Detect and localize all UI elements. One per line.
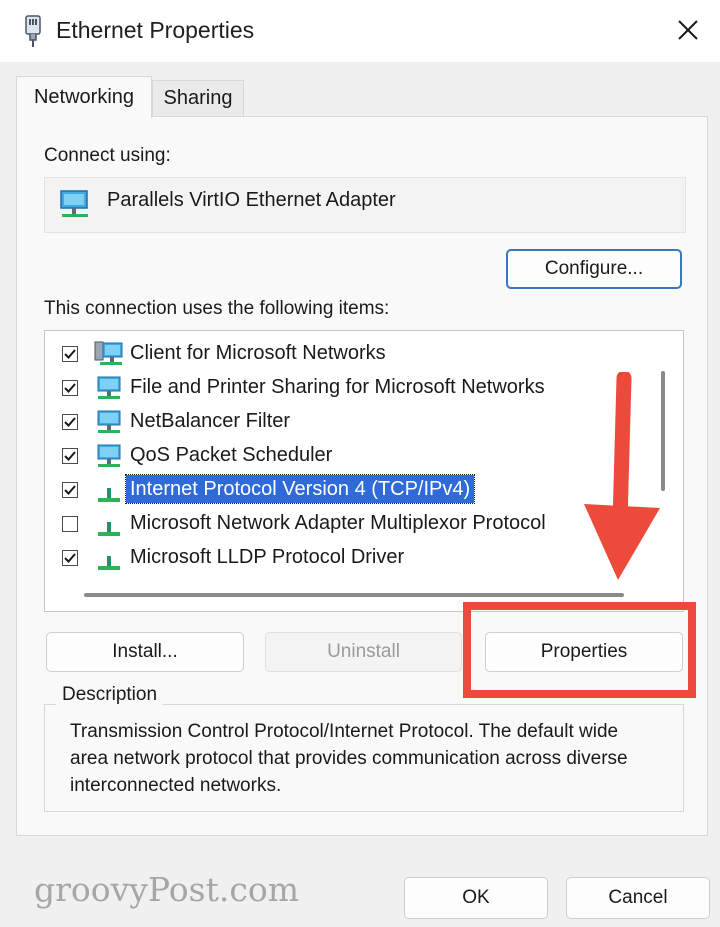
item-label: Client for Microsoft Networks [130,342,386,364]
item-label: Internet Protocol Version 4 (TCP/IPv4) [124,474,476,504]
tab-sharing[interactable]: Sharing [152,80,244,116]
connect-using-label: Connect using: [44,145,171,166]
item-label: QoS Packet Scheduler [130,444,333,466]
checkbox[interactable] [62,482,78,498]
list-item[interactable]: NetBalancer Filter [58,406,618,438]
checkbox[interactable] [62,516,78,532]
ethernet-icon [25,15,41,47]
protocol-icon [98,488,120,502]
list-item[interactable]: File and Printer Sharing for Microsoft N… [58,372,618,404]
item-label: Microsoft Network Adapter Multiplexor Pr… [130,512,546,534]
adapter-name: Parallels VirtIO Ethernet Adapter [107,189,396,211]
list-item[interactable]: QoS Packet Scheduler [58,440,618,472]
horizontal-scrollbar[interactable] [84,593,624,597]
checkbox[interactable] [62,414,78,430]
list-item-selected[interactable]: Internet Protocol Version 4 (TCP/IPv4) [58,474,618,506]
list-item[interactable]: Microsoft Network Adapter Multiplexor Pr… [58,508,618,540]
uninstall-button[interactable]: Uninstall [265,632,462,672]
description-text: Transmission Control Protocol/Internet P… [70,721,628,796]
cancel-button[interactable]: Cancel [566,877,710,919]
network-service-icon [97,376,121,399]
items-label: This connection uses the following items… [44,298,390,319]
checkbox[interactable] [62,448,78,464]
configure-button[interactable]: Configure... [506,249,682,289]
vertical-scrollbar[interactable] [661,371,665,491]
protocol-icon [98,556,120,570]
network-adapter-icon [60,190,88,217]
protocol-icon [98,522,120,536]
checkbox[interactable] [62,550,78,566]
checkbox[interactable] [62,380,78,396]
title-bar: Ethernet Properties [0,0,720,62]
window-title: Ethernet Properties [56,17,255,43]
tab-networking[interactable]: Networking [16,76,152,118]
network-service-icon [97,410,121,433]
item-label: File and Printer Sharing for Microsoft N… [130,376,545,398]
close-icon[interactable] [668,10,708,50]
item-label: Microsoft LLDP Protocol Driver [130,546,405,568]
properties-button[interactable]: Properties [485,632,683,672]
checkbox[interactable] [62,346,78,362]
network-client-icon [94,341,123,365]
network-service-icon [97,444,121,467]
watermark: groovyPost.com [34,870,299,909]
install-button[interactable]: Install... [46,632,244,672]
list-item[interactable]: Microsoft LLDP Protocol Driver [58,542,618,574]
list-item[interactable]: Client for Microsoft Networks [58,338,618,370]
item-label: NetBalancer Filter [130,410,291,432]
ok-button[interactable]: OK [404,877,548,919]
description-legend: Description [56,684,164,706]
